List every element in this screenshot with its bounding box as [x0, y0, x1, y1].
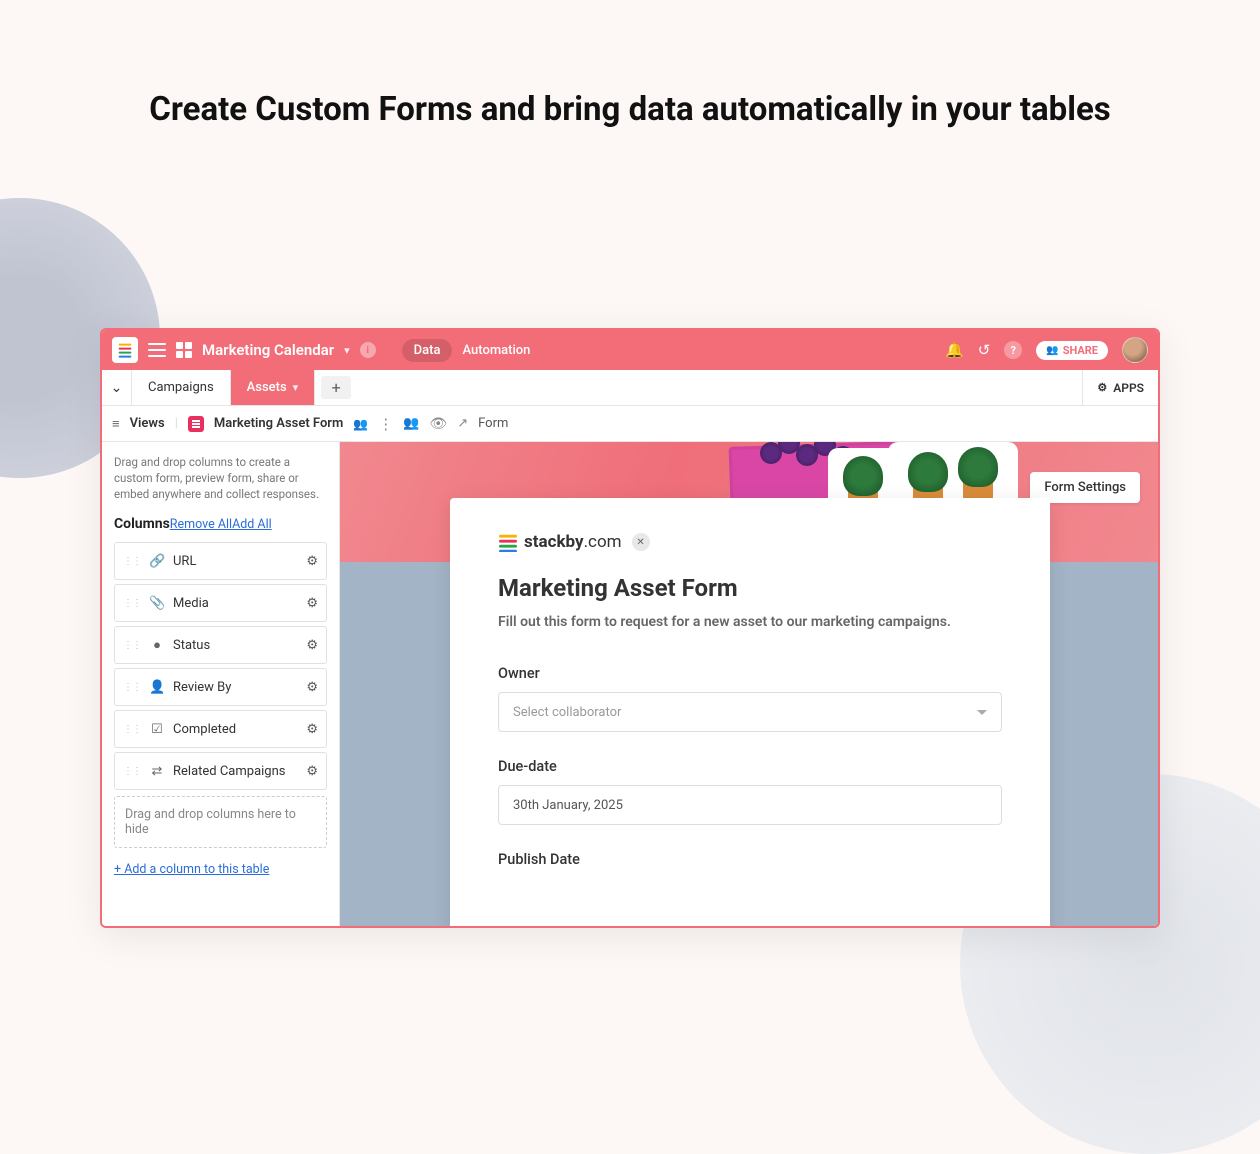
- column-item-related[interactable]: ⋮⋮ ⇄ Related Campaigns ⚙: [114, 752, 327, 790]
- owner-select[interactable]: Select collaborator: [498, 692, 1002, 732]
- field-due-date: Due-date 30th January, 2025: [498, 758, 1002, 825]
- form-description[interactable]: Fill out this form to request for a new …: [498, 612, 1002, 633]
- tab-campaigns[interactable]: Campaigns: [132, 370, 231, 405]
- info-icon[interactable]: i: [360, 342, 376, 358]
- app-logo[interactable]: [112, 337, 138, 363]
- due-date-input[interactable]: 30th January, 2025: [498, 785, 1002, 825]
- add-all-link[interactable]: Add All: [232, 517, 272, 532]
- relation-icon: ⇄: [149, 764, 165, 779]
- brand-text: stackby.com: [524, 532, 622, 552]
- page-headline: Create Custom Forms and bring data autom…: [0, 88, 1260, 133]
- column-label: Status: [173, 638, 210, 653]
- gear-icon[interactable]: ⚙: [306, 596, 318, 611]
- add-column-link[interactable]: + Add a column to this table: [114, 862, 269, 877]
- topbar: Marketing Calendar ▾ i Data Automation 🔔…: [102, 330, 1158, 370]
- apps-icon: ⚙: [1097, 381, 1107, 394]
- expand-toggle[interactable]: ⌄: [102, 370, 132, 405]
- nav-data[interactable]: Data: [402, 339, 453, 362]
- form-mode-label[interactable]: Form: [478, 416, 508, 431]
- attachment-icon: 📎: [149, 596, 165, 611]
- field-label: Owner: [498, 665, 1002, 682]
- workspace-title[interactable]: Marketing Calendar: [202, 341, 334, 359]
- drag-handle-icon[interactable]: ⋮⋮: [123, 598, 141, 609]
- field-publish-date: Publish Date: [498, 851, 1002, 868]
- checkbox-icon: ☑: [149, 722, 165, 737]
- gear-icon[interactable]: ⚙: [306, 722, 318, 737]
- chevron-down-icon[interactable]: ▾: [293, 381, 299, 394]
- collaborators-badge-icon[interactable]: 👥: [353, 417, 368, 431]
- column-label: Review By: [173, 680, 231, 695]
- column-label: URL: [173, 554, 196, 569]
- remove-brand-icon[interactable]: ✕: [632, 533, 650, 551]
- form-view-icon: [188, 416, 204, 432]
- views-label[interactable]: Views: [130, 416, 165, 431]
- person-icon: 👤: [149, 680, 165, 695]
- app-window: Marketing Calendar ▾ i Data Automation 🔔…: [100, 328, 1160, 928]
- avatar[interactable]: [1122, 337, 1148, 363]
- eye-icon[interactable]: 👁: [429, 416, 447, 432]
- column-label: Completed: [173, 722, 236, 737]
- drag-handle-icon[interactable]: ⋮⋮: [123, 766, 141, 777]
- help-icon[interactable]: ?: [1004, 341, 1022, 359]
- column-item-completed[interactable]: ⋮⋮ ☑ Completed ⚙: [114, 710, 327, 748]
- tab-assets[interactable]: Assets ▾: [231, 370, 316, 405]
- share-form-icon[interactable]: ↗: [457, 416, 468, 431]
- history-icon[interactable]: ↺: [978, 341, 991, 359]
- nav-automation[interactable]: Automation: [462, 343, 530, 358]
- hamburger-icon[interactable]: ≡: [112, 416, 120, 432]
- current-view-name[interactable]: Marketing Asset Form: [214, 416, 343, 431]
- viewbar: ≡ Views | Marketing Asset Form 👥 ⋮ 👥 👁 ↗…: [102, 406, 1158, 442]
- more-icon[interactable]: ⋮: [378, 415, 393, 433]
- apps-label: APPS: [1113, 381, 1144, 395]
- gear-icon[interactable]: ⚙: [306, 764, 318, 779]
- form-canvas: Form Settings stackby.com ✕ Marketing As…: [340, 442, 1158, 926]
- drag-handle-icon[interactable]: ⋮⋮: [123, 640, 141, 651]
- gear-icon[interactable]: ⚙: [306, 680, 318, 695]
- gear-icon[interactable]: ⚙: [306, 638, 318, 653]
- grid-icon[interactable]: [176, 342, 192, 358]
- chevron-down-icon[interactable]: ▾: [344, 344, 350, 357]
- bell-icon[interactable]: 🔔: [945, 341, 964, 359]
- form-brand: stackby.com ✕: [498, 532, 1002, 552]
- share-label: SHARE: [1063, 344, 1098, 357]
- circle-icon: ●: [149, 637, 165, 653]
- column-label: Media: [173, 596, 209, 611]
- drag-handle-icon[interactable]: ⋮⋮: [123, 556, 141, 567]
- column-item-status[interactable]: ⋮⋮ ● Status ⚙: [114, 626, 327, 664]
- drop-zone[interactable]: Drag and drop columns here to hide: [114, 796, 327, 848]
- tab-assets-label: Assets: [247, 380, 287, 395]
- field-owner: Owner Select collaborator: [498, 665, 1002, 732]
- drag-handle-icon[interactable]: ⋮⋮: [123, 724, 141, 735]
- share-button[interactable]: 👥 SHARE: [1036, 341, 1108, 360]
- stackby-logo-icon: [498, 532, 518, 552]
- content-area: Drag and drop columns to create a custom…: [102, 442, 1158, 926]
- field-label: Publish Date: [498, 851, 1002, 868]
- form-card: stackby.com ✕ Marketing Asset Form Fill …: [450, 498, 1050, 926]
- column-label: Related Campaigns: [173, 764, 286, 779]
- form-title[interactable]: Marketing Asset Form: [498, 574, 1002, 602]
- column-item-url[interactable]: ⋮⋮ 🔗 URL ⚙: [114, 542, 327, 580]
- add-tab-button[interactable]: +: [321, 376, 351, 399]
- remove-all-link[interactable]: Remove All: [170, 517, 232, 532]
- people-icon[interactable]: 👥: [403, 416, 419, 431]
- tabbar: ⌄ Campaigns Assets ▾ + ⚙ APPS: [102, 370, 1158, 406]
- drag-handle-icon[interactable]: ⋮⋮: [123, 682, 141, 693]
- sidebar: Drag and drop columns to create a custom…: [102, 442, 340, 926]
- column-item-media[interactable]: ⋮⋮ 📎 Media ⚙: [114, 584, 327, 622]
- column-item-reviewby[interactable]: ⋮⋮ 👤 Review By ⚙: [114, 668, 327, 706]
- apps-button[interactable]: ⚙ APPS: [1082, 370, 1158, 405]
- link-icon: 🔗: [149, 554, 165, 569]
- sidebar-hint: Drag and drop columns to create a custom…: [114, 454, 327, 502]
- people-icon: 👥: [1046, 345, 1058, 356]
- field-label: Due-date: [498, 758, 1002, 775]
- columns-title: Columns: [114, 516, 170, 532]
- gear-icon[interactable]: ⚙: [306, 554, 318, 569]
- menu-icon[interactable]: [148, 343, 166, 357]
